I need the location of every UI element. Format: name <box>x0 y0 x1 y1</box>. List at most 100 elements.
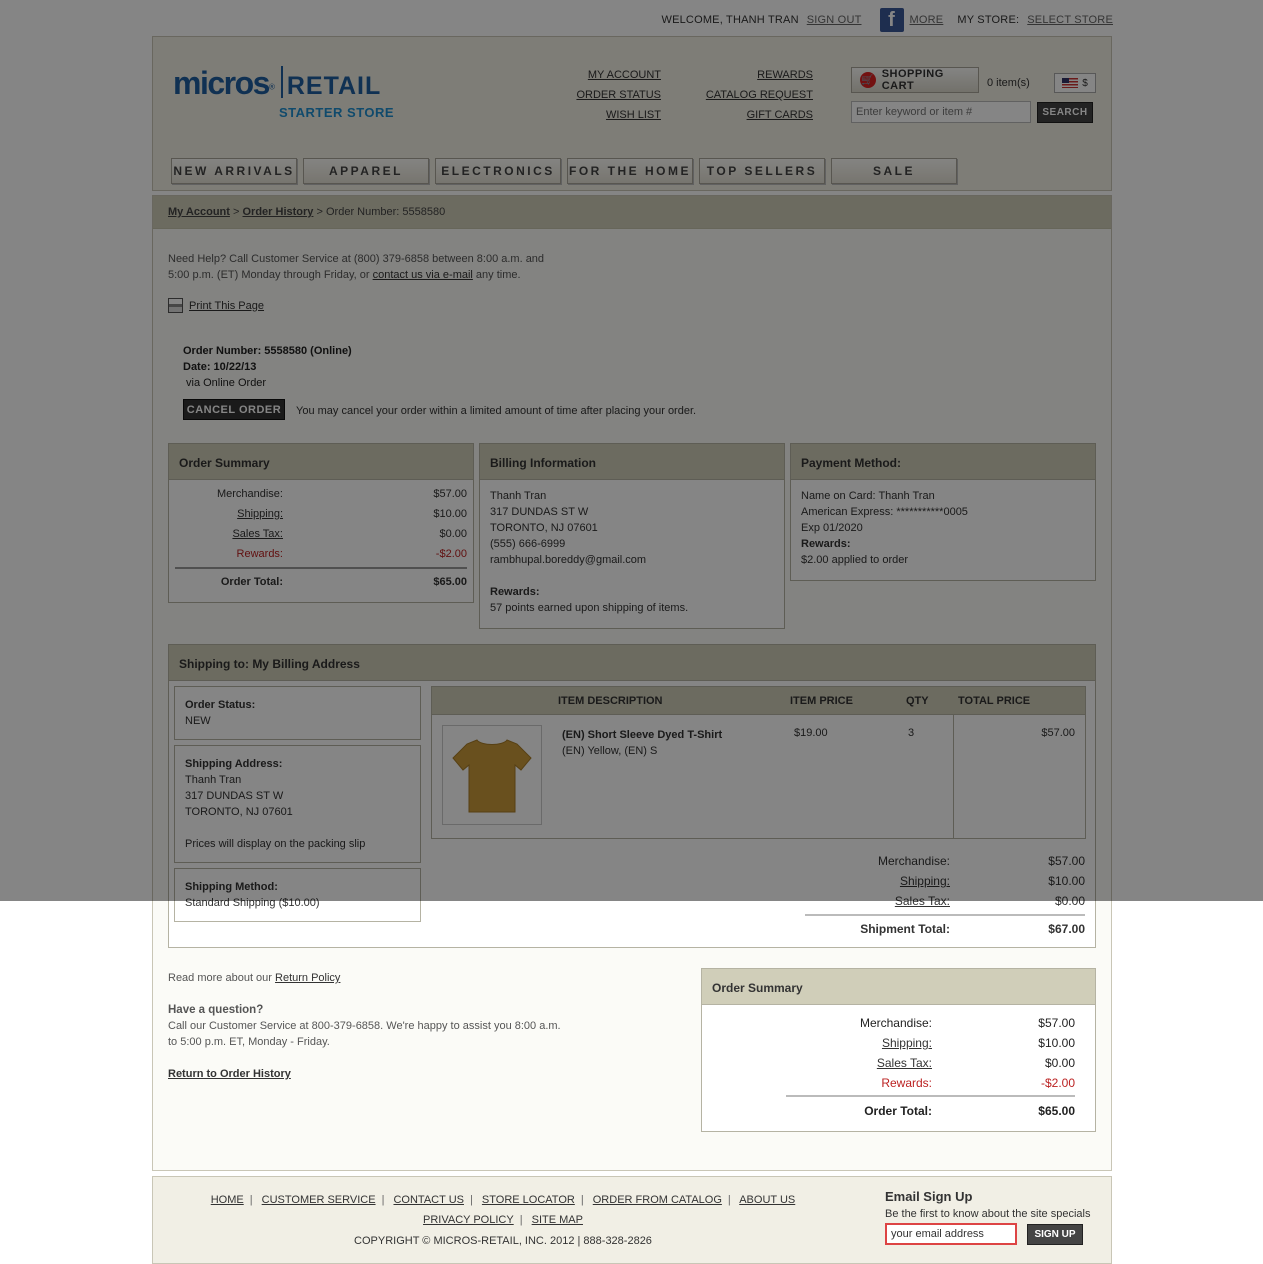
shipping-method-value: Standard Shipping ($10.00) <box>185 897 320 909</box>
col-qty: QTY <box>906 695 929 707</box>
footer-store-locator[interactable]: STORE LOCATOR <box>482 1194 575 1206</box>
product-image[interactable] <box>442 725 542 825</box>
shipment-tax-link[interactable]: Sales Tax: <box>805 891 950 911</box>
rewards-link[interactable]: REWARDS <box>757 69 813 81</box>
shipping-name: Thanh Tran <box>185 774 242 786</box>
shipment-shipping-value: $10.00 <box>1048 874 1085 888</box>
order-total-label: Order Total: <box>220 576 283 588</box>
shipment-shipping-link[interactable]: Shipping: <box>805 871 950 891</box>
question-heading: Have a question? <box>168 1004 264 1016</box>
breadcrumb-separator: > <box>316 206 323 218</box>
return-to-order-history-link[interactable]: Return to Order History <box>168 1068 291 1080</box>
copyright: COPYRIGHT © MICROS-RETAIL, INC. 2012 | 8… <box>354 1235 652 1247</box>
return-policy-text: Read more about our <box>168 972 276 984</box>
bottom-rewards-label: Rewards: <box>881 1076 932 1090</box>
shipping-street: 317 DUNDAS ST W <box>185 790 284 802</box>
footer-order-from-catalog[interactable]: ORDER FROM CATALOG <box>593 1194 722 1206</box>
sales-tax-value: $0.00 <box>439 528 467 540</box>
top-utility-bar: WELCOME, THANH TRAN SIGN OUT f MORE MY S… <box>653 8 1113 32</box>
shipping-city: TORONTO, NJ 07601 <box>185 806 293 818</box>
order-summary-bottom-panel: Order Summary Merchandise: $57.00 Shippin… <box>701 968 1096 1132</box>
shopping-cart-button[interactable]: 🛒 SHOPPING CART <box>851 67 979 93</box>
shipment-merchandise-value: $57.00 <box>1048 854 1085 868</box>
nav-electronics[interactable]: ELECTRONICS <box>435 158 561 184</box>
billing-rewards: 57 points earned upon shipping of items. <box>490 602 689 614</box>
order-via: via Online Order <box>186 377 267 389</box>
return-policy-link[interactable]: Return Policy <box>275 972 340 984</box>
breadcrumb-my-account[interactable]: My Account <box>168 206 230 218</box>
footer-contact-us[interactable]: CONTACT US <box>393 1194 464 1206</box>
bottom-tax-value: $0.00 <box>1044 1056 1075 1070</box>
shipping-address-box: Shipping Address: Thanh Tran 317 DUNDAS … <box>174 745 421 863</box>
footer-customer-service[interactable]: CUSTOMER SERVICE <box>262 1194 376 1206</box>
rewards-value: -$2.00 <box>435 548 467 560</box>
email-input[interactable] <box>885 1223 1017 1245</box>
item-variant: (EN) Yellow, (EN) S <box>562 745 658 757</box>
footer-privacy-policy[interactable]: PRIVACY POLICY <box>423 1214 514 1226</box>
contact-email-link[interactable]: contact us via e-mail <box>373 269 473 281</box>
gift-cards-link[interactable]: GIFT CARDS <box>747 109 813 121</box>
nav-new-arrivals[interactable]: NEW ARRIVALS <box>171 158 297 184</box>
nav-apparel[interactable]: APPAREL <box>303 158 429 184</box>
col-total-price: TOTAL PRICE <box>958 695 1031 707</box>
order-summary-bottom-title: Order Summary <box>702 969 1095 1005</box>
logo-starter-store: STARTER STORE <box>279 105 395 120</box>
my-account-link[interactable]: MY ACCOUNT <box>588 69 661 81</box>
billing-info-title: Billing Information <box>480 444 784 480</box>
question-line-1: Call our Customer Service at 800-379-685… <box>168 1020 561 1032</box>
search-button[interactable]: SEARCH <box>1037 102 1093 123</box>
help-line-1: Need Help? Call Customer Service at (800… <box>168 253 545 265</box>
cart-item-count: 0 item(s) <box>987 77 1030 89</box>
footer-site-map[interactable]: SITE MAP <box>532 1214 583 1226</box>
bottom-shipping-link[interactable]: Shipping: <box>712 1036 932 1050</box>
cancel-order-message: You may cancel your order within a limit… <box>296 405 697 417</box>
cancel-order-button[interactable]: CANCEL ORDER <box>183 399 285 420</box>
billing-rewards-label: Rewards: <box>490 586 540 598</box>
search-input[interactable] <box>851 101 1031 123</box>
select-store-link[interactable]: SELECT STORE <box>1027 14 1113 26</box>
footer-about-us[interactable]: ABOUT US <box>739 1194 795 1206</box>
nav-top-sellers[interactable]: TOP SELLERS <box>699 158 825 184</box>
sign-out-link[interactable]: SIGN OUT <box>807 14 862 26</box>
wish-list-link[interactable]: WISH LIST <box>606 109 661 121</box>
order-status-link[interactable]: ORDER STATUS <box>576 89 661 101</box>
billing-info-panel: Billing Information Thanh Tran 317 DUNDA… <box>479 443 785 629</box>
footer-home[interactable]: HOME <box>211 1194 244 1206</box>
shipping-label-link[interactable]: Shipping: <box>175 506 283 522</box>
cart-icon: 🛒 <box>860 72 876 88</box>
table-row: (EN) Short Sleeve Dyed T-Shirt (EN) Yell… <box>432 715 1085 839</box>
items-table-header: ITEM DESCRIPTION ITEM PRICE QTY TOTAL PR… <box>432 687 1085 715</box>
order-summary-title: Order Summary <box>169 444 473 480</box>
currency-selector[interactable]: $ <box>1054 73 1096 93</box>
tshirt-icon <box>452 739 532 813</box>
catalog-request-link[interactable]: CATALOG REQUEST <box>706 89 813 101</box>
more-link[interactable]: MORE <box>910 14 944 26</box>
payment-rewards: $2.00 applied to order <box>801 554 909 566</box>
items-table: ITEM DESCRIPTION ITEM PRICE QTY TOTAL PR… <box>431 686 1086 839</box>
order-status-label: Order Status: <box>185 699 256 711</box>
packing-slip-note: Prices will display on the packing slip <box>185 838 366 850</box>
bottom-info: Read more about our Return Policy Have a… <box>168 970 561 1082</box>
nav-for-the-home[interactable]: FOR THE HOME <box>567 158 693 184</box>
shipping-method-label: Shipping Method: <box>185 881 278 893</box>
sign-up-button[interactable]: SIGN UP <box>1027 1224 1083 1245</box>
print-page-link[interactable]: Print This Page <box>189 300 264 312</box>
footer-links-2: PRIVACY POLICY | SITE MAP <box>423 1214 583 1226</box>
print-page[interactable]: Print This Page <box>168 298 264 313</box>
nav-sale[interactable]: SALE <box>831 158 957 184</box>
main-content: My Account > Order History > Order Numbe… <box>152 195 1112 1171</box>
site-header: micros® RETAIL STARTER STORE MY ACCOUNT O… <box>152 36 1112 191</box>
col-item-description: ITEM DESCRIPTION <box>558 695 663 707</box>
item-qty: 3 <box>908 727 915 739</box>
bottom-tax-link[interactable]: Sales Tax: <box>712 1056 932 1070</box>
service-links: REWARDS CATALOG REQUEST GIFT CARDS <box>693 65 813 125</box>
order-total-value: $65.00 <box>433 576 467 588</box>
logo-registered: ® <box>268 82 275 92</box>
payment-method-title: Payment Method: <box>791 444 1095 480</box>
site-logo[interactable]: micros® RETAIL STARTER STORE <box>173 65 394 120</box>
help-line-2: 5:00 p.m. (ET) Monday through Friday, or <box>168 269 373 281</box>
sales-tax-label-link[interactable]: Sales Tax: <box>175 526 283 542</box>
facebook-icon[interactable]: f <box>879 8 904 32</box>
logo-retail: RETAIL <box>286 72 382 100</box>
breadcrumb-order-history[interactable]: Order History <box>243 206 314 218</box>
